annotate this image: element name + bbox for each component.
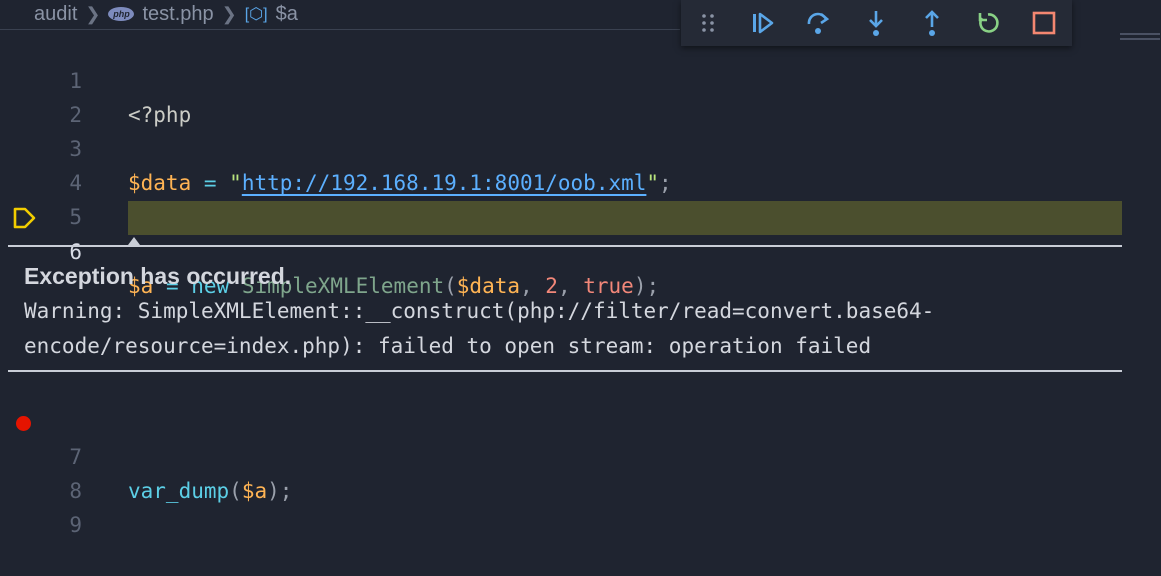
code-line-current: 6 $a = new SimpleXMLElement($data, 2, tr… — [0, 201, 1125, 298]
code-line: 3 $data = "http://192.168.19.1:8001/oob.… — [0, 98, 1125, 195]
code-line: 1 <?php — [0, 30, 1125, 127]
code-line: 7 var_dump($a); — [0, 406, 1125, 503]
exception-message[interactable]: Warning: SimpleXMLElement::__construct(p… — [24, 294, 1104, 364]
breadcrumb-file[interactable]: test.php — [142, 3, 213, 26]
code-line: 2 — [0, 64, 1125, 127]
code-line: 9 — [0, 474, 1125, 537]
breadcrumb-folder[interactable]: audit — [34, 3, 77, 26]
php-file-icon: php — [108, 7, 135, 21]
minimap[interactable] — [1120, 30, 1160, 50]
exception-pointer — [128, 237, 140, 245]
code-line: 5 — [0, 166, 1125, 229]
breadcrumb-symbol[interactable]: $a — [276, 3, 298, 26]
exception-widget: Exception has occurred. Warning: SimpleX… — [8, 237, 1122, 372]
exception-title: Exception has occurred. — [24, 263, 292, 289]
code-line: 4 — [0, 132, 1125, 195]
breadcrumb: audit ❯ php test.php ❯ [⬡] $a — [0, 0, 700, 28]
code-line: 8 — [0, 440, 1125, 503]
line-number: 9 — [69, 513, 82, 537]
variable-icon: [⬡] — [244, 6, 268, 23]
exception-message-line: Warning: SimpleXMLElement::__construct(p… — [24, 299, 935, 323]
exception-message-line: encode/resource=index.php): failed to op… — [24, 334, 872, 358]
chevron-right-icon: ❯ — [221, 3, 237, 24]
chevron-right-icon: ❯ — [85, 3, 101, 24]
